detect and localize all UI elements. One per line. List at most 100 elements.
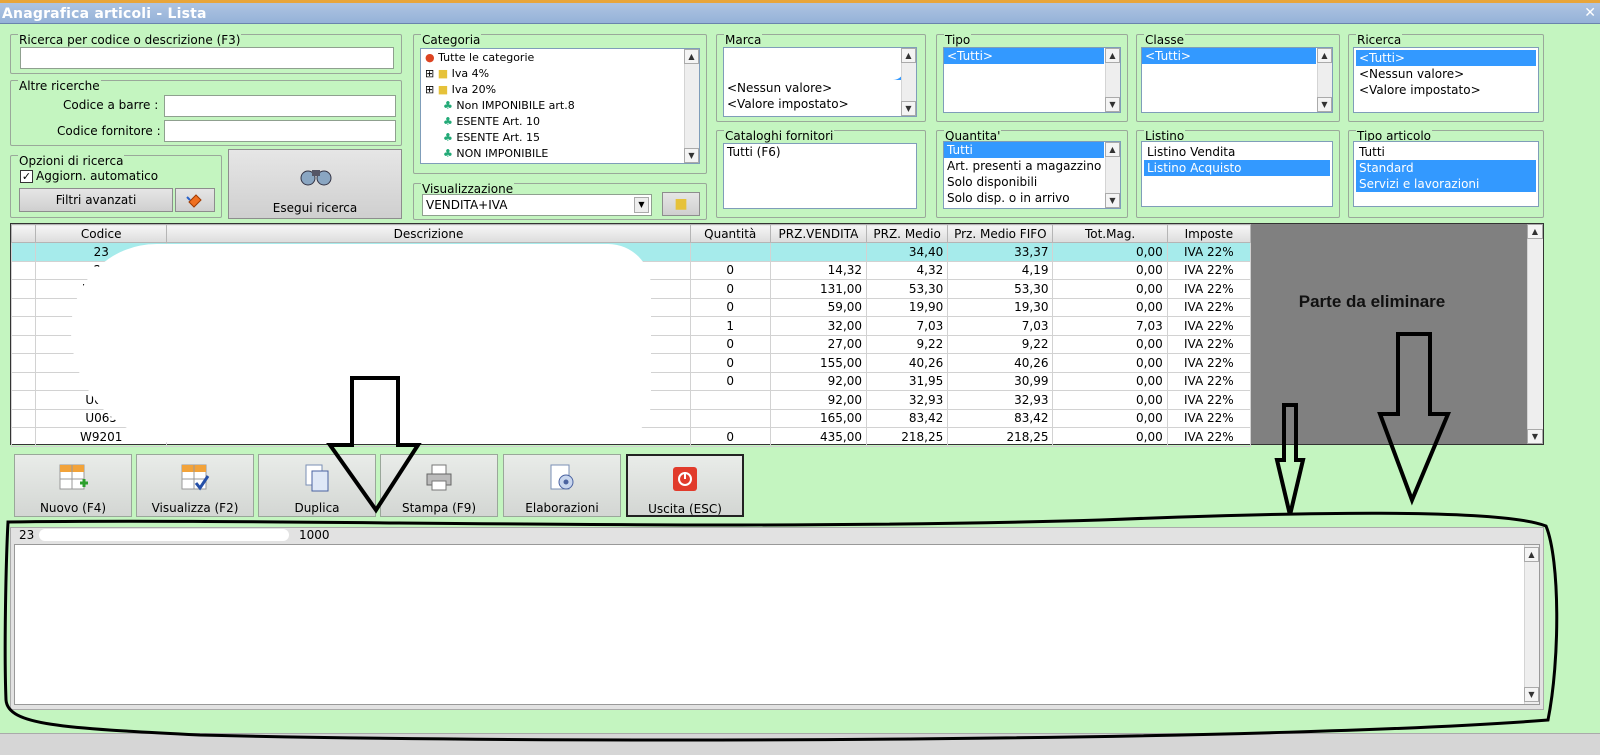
table-cell[interactable]: 59,00 (769, 297, 868, 317)
table-cell[interactable]: 27,00 (769, 334, 868, 354)
table-cell[interactable]: 155,00 (769, 353, 868, 373)
quantity-item[interactable]: Tutti (944, 142, 1104, 158)
row-selector[interactable] (10, 279, 37, 299)
catalogs-list[interactable]: Tutti (F6) (723, 143, 917, 209)
price-list-item[interactable]: Listino Vendita (1144, 144, 1330, 160)
row-selector[interactable] (10, 371, 37, 391)
quantity-item[interactable]: Art. presenti a magazzino (944, 158, 1120, 174)
item-type-item[interactable]: Standard (1356, 160, 1536, 176)
table-cell[interactable]: 0,00 (1052, 260, 1168, 280)
column-header[interactable]: PRZ. Medio (866, 224, 949, 243)
class-item[interactable]: <Tutti> (1142, 48, 1316, 64)
column-header[interactable]: Imposte (1166, 224, 1252, 243)
table-cell[interactable]: 7,03 (866, 316, 949, 336)
table-cell[interactable]: IVA 22% (1166, 260, 1252, 280)
table-cell[interactable]: 0 (689, 297, 771, 317)
price-list-item[interactable]: Listino Acquisto (1144, 160, 1330, 176)
quantity-item[interactable]: Solo disp. o in arrivo (944, 190, 1120, 206)
quantity-scrollbar[interactable]: ▲ ▼ (1105, 142, 1120, 208)
column-header[interactable]: Tot.Mag. (1052, 224, 1168, 243)
quantity-item[interactable]: Solo disponibili (944, 174, 1120, 190)
table-cell[interactable] (689, 242, 771, 262)
table-cell[interactable]: 0 (689, 279, 771, 299)
column-header[interactable]: Quantità (689, 224, 771, 243)
print-button[interactable]: Stampa (F9) (380, 454, 498, 517)
table-cell[interactable]: 53,30 (947, 279, 1054, 299)
table-cell[interactable]: IVA 22% (1166, 316, 1252, 336)
exit-button[interactable]: Uscita (ESC) (626, 454, 744, 517)
tree-item[interactable]: ⊞ ■ Iva 4% (425, 67, 489, 80)
item-type-item[interactable]: Servizi e lavorazioni (1356, 176, 1536, 192)
item-type-item[interactable]: Tutti (1356, 144, 1536, 160)
quantity-list[interactable]: Tutti Art. presenti a magazzino Solo dis… (943, 141, 1121, 209)
table-cell[interactable]: 165,00 (769, 408, 868, 428)
row-selector[interactable] (10, 297, 37, 317)
row-selector[interactable] (10, 390, 37, 410)
table-cell[interactable]: 14,32 (769, 260, 868, 280)
row-selector[interactable] (10, 408, 37, 428)
table-cell[interactable]: 31,95 (866, 371, 949, 391)
brand-scrollbar[interactable]: ▲ ▼ (901, 48, 916, 116)
table-cell[interactable]: 34,40 (866, 242, 949, 262)
column-header[interactable]: PRZ.VENDITA (769, 224, 868, 243)
row-selector[interactable] (10, 334, 37, 354)
detail-scrollbar[interactable]: ▲ ▼ (1524, 545, 1539, 704)
table-cell[interactable]: 1 (689, 316, 771, 336)
column-header[interactable]: Codice (35, 224, 168, 243)
catalog-item[interactable]: Tutti (F6) (724, 144, 916, 160)
table-cell[interactable]: 0,00 (1052, 279, 1168, 299)
tree-item[interactable]: ♣ NON IMPONIBILE (443, 147, 548, 160)
search-mode-item[interactable]: <Nessun valore> (1356, 66, 1536, 82)
table-cell[interactable]: 0 (689, 334, 771, 354)
brand-item[interactable]: <Valore impostato> (727, 97, 849, 111)
tree-item[interactable]: ⊞ ■ Iva 20% (425, 83, 496, 96)
table-cell[interactable]: 0,00 (1052, 427, 1168, 447)
auto-update-checkbox[interactable]: ✓ (20, 170, 33, 183)
row-selector[interactable] (10, 260, 37, 280)
column-header[interactable]: Descrizione (166, 224, 691, 243)
category-tree[interactable]: ● Tutte le categorie ⊞ ■ Iva 4% ⊞ ■ Iva … (420, 48, 700, 164)
table-cell[interactable]: 0,00 (1052, 297, 1168, 317)
table-cell[interactable]: IVA 22% (1166, 371, 1252, 391)
table-cell[interactable]: 83,42 (866, 408, 949, 428)
table-cell[interactable]: 19,30 (947, 297, 1054, 317)
tree-root[interactable]: ● Tutte le categorie (425, 51, 534, 64)
table-cell[interactable]: 131,00 (769, 279, 868, 299)
table-cell[interactable]: 9,22 (866, 334, 949, 354)
search-mode-item[interactable]: <Valore impostato> (1356, 82, 1536, 98)
table-cell[interactable]: 7,03 (947, 316, 1054, 336)
table-cell[interactable]: 4,32 (866, 260, 949, 280)
category-scrollbar[interactable]: ▲ ▼ (684, 49, 699, 163)
type-list[interactable]: <Tutti> ▲ ▼ (943, 47, 1121, 113)
table-cell[interactable]: 0,00 (1052, 371, 1168, 391)
table-cell[interactable]: IVA 22% (1166, 297, 1252, 317)
table-cell[interactable]: 9,22 (947, 334, 1054, 354)
table-cell[interactable]: 92,00 (769, 371, 868, 391)
type-item[interactable]: <Tutti> (944, 48, 1104, 64)
table-cell[interactable]: 0,00 (1052, 353, 1168, 373)
column-header[interactable]: Prz. Medio FIFO (947, 224, 1054, 243)
grid-scrollbar[interactable]: ▲ ▼ (1527, 224, 1543, 444)
processing-button[interactable]: Elaborazioni (503, 454, 621, 517)
row-selector[interactable] (10, 353, 37, 373)
row-selector[interactable] (10, 316, 37, 336)
table-cell[interactable]: 33,37 (947, 242, 1054, 262)
view-select[interactable]: VENDITA+IVA ▼ (422, 194, 652, 216)
type-scrollbar[interactable]: ▲ ▼ (1105, 48, 1120, 112)
table-cell[interactable]: 92,00 (769, 390, 868, 410)
table-cell[interactable]: IVA 22% (1166, 279, 1252, 299)
tree-item[interactable]: ♣ ESENTE Art. 15 (443, 131, 540, 144)
view-button[interactable]: Visualizza (F2) (136, 454, 254, 517)
row-selector[interactable] (10, 427, 37, 447)
folder-button[interactable]: ■ (662, 192, 700, 216)
table-cell[interactable]: 4,19 (947, 260, 1054, 280)
table-cell[interactable]: 435,00 (769, 427, 868, 447)
class-scrollbar[interactable]: ▲ ▼ (1317, 48, 1332, 112)
table-cell[interactable] (769, 242, 868, 262)
detail-textarea[interactable]: ▲ ▼ (14, 544, 1540, 705)
table-cell[interactable]: 0 (689, 371, 771, 391)
table-cell[interactable]: 30,99 (947, 371, 1054, 391)
table-cell[interactable]: IVA 22% (1166, 353, 1252, 373)
table-cell[interactable]: IVA 22% (1166, 390, 1252, 410)
table-cell[interactable]: 218,25 (947, 427, 1054, 447)
